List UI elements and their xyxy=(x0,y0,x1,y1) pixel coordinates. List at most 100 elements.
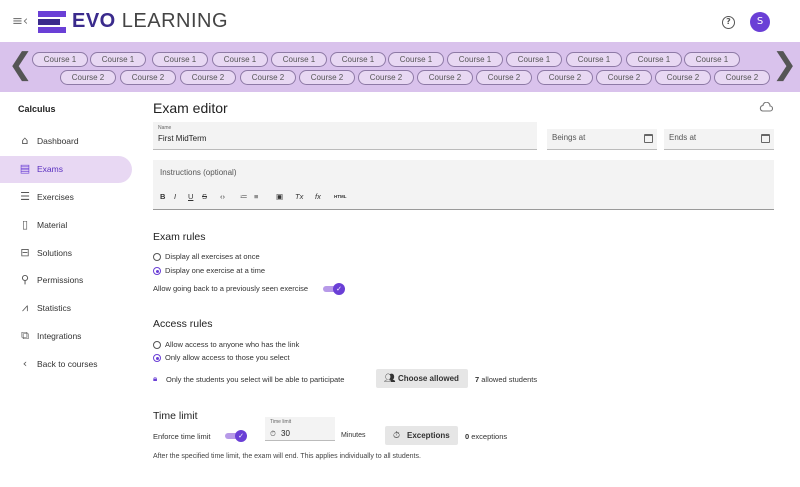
sidebar-item-back-to-courses[interactable]: ‹ Back to courses xyxy=(0,351,132,378)
allowed-suffix: allowed students xyxy=(479,375,538,384)
course-chip[interactable]: Course 2 xyxy=(655,70,711,85)
sidebar-item-material[interactable]: ▯ Material xyxy=(0,212,132,239)
sidebar-item-label: Statistics xyxy=(37,303,72,313)
calendar-icon[interactable] xyxy=(644,134,653,143)
help-icon[interactable]: ? xyxy=(722,16,735,29)
course-chip[interactable]: Course 2 xyxy=(240,70,296,85)
course-chip[interactable]: Course 1 xyxy=(271,52,327,67)
sidebar-item-solutions[interactable]: ⊟ Solutions xyxy=(0,240,132,267)
exam-name-value: First MidTerm xyxy=(158,134,207,143)
course-chip[interactable]: Course 1 xyxy=(330,52,386,67)
clear-format-icon[interactable]: Tx xyxy=(295,192,303,202)
cloud-save-icon[interactable] xyxy=(759,102,773,112)
time-limit-unit: Minutes xyxy=(341,432,366,439)
timer-icon: ⏱︎ xyxy=(270,429,276,438)
allow-back-label: Allow going back to a previously seen ex… xyxy=(153,284,309,293)
italic-icon[interactable]: I xyxy=(174,192,176,202)
sidebar-item-label: Exams xyxy=(37,164,63,174)
course-chip[interactable]: Course 2 xyxy=(180,70,236,85)
code-icon[interactable]: ‹› xyxy=(220,192,225,202)
check-icon: ✓ xyxy=(333,283,345,295)
brand-logo-text: EVO LEARNING xyxy=(72,10,228,33)
sidebar: Calculus ⌂ Dashboard ▤ Exams ☰ Exercises ▯ Mate… xyxy=(0,92,140,487)
bold-icon[interactable]: B xyxy=(160,192,165,202)
course-chip[interactable]: Course 2 xyxy=(358,70,414,85)
sidebar-item-label: Exercises xyxy=(37,192,74,202)
top-bar: ≡‹ EVO LEARNING ? S xyxy=(0,0,800,42)
course-chip[interactable]: Course 2 xyxy=(60,70,116,85)
course-chip[interactable]: Course 1 xyxy=(447,52,503,67)
course-chip[interactable]: Course 1 xyxy=(32,52,88,67)
course-chip[interactable]: Course 1 xyxy=(212,52,268,67)
sidebar-item-exercises[interactable]: ☰ Exercises xyxy=(0,184,132,211)
time-limit-value: 30 xyxy=(281,429,290,438)
brand-bold: EVO xyxy=(72,10,116,32)
timer-icon: ⏱︎ xyxy=(393,430,401,440)
material-icon: ▯ xyxy=(21,218,29,231)
access-note: Only the students you select will be abl… xyxy=(166,375,345,384)
course-chip[interactable]: Course 2 xyxy=(476,70,532,85)
radio-button[interactable] xyxy=(153,354,161,362)
sidebar-item-integrations[interactable]: ⧉ Integrations xyxy=(0,323,132,350)
radio-button[interactable] xyxy=(153,253,161,261)
display-one-label: Display one exercise at a time xyxy=(165,266,266,275)
image-icon[interactable]: ▣ xyxy=(276,192,283,202)
course-chip[interactable]: Course 2 xyxy=(537,70,593,85)
check-icon: ✓ xyxy=(235,430,247,442)
brand-rest: LEARNING xyxy=(115,10,229,32)
exceptions-button[interactable]: ⏱︎ Exceptions xyxy=(385,426,458,445)
avatar[interactable]: S xyxy=(750,12,770,32)
course-chip[interactable]: Course 1 xyxy=(626,52,682,67)
course-chip[interactable]: Course 2 xyxy=(714,70,770,85)
enforce-time-limit-toggle[interactable]: ✓ xyxy=(225,430,247,442)
exercises-icon: ☰ xyxy=(20,190,30,203)
calendar-icon[interactable] xyxy=(761,134,770,143)
sidebar-item-statistics[interactable]: ⩘ Statistics xyxy=(0,295,132,322)
begins-at-field[interactable]: Beings at xyxy=(547,129,657,150)
course-chip[interactable]: Course 2 xyxy=(417,70,473,85)
exam-name-label: Name xyxy=(158,125,172,131)
sidebar-item-label: Permissions xyxy=(37,275,84,285)
menu-collapse-icon[interactable]: ≡‹ xyxy=(12,15,28,28)
allowed-students-count: 7 allowed students xyxy=(475,375,537,384)
course-chip[interactable]: Course 1 xyxy=(684,52,740,67)
bullet-list-icon[interactable]: ≡ xyxy=(254,192,258,202)
access-rules-title: Access rules xyxy=(153,318,213,330)
course-chip[interactable]: Course 2 xyxy=(120,70,176,85)
home-icon: ⌂ xyxy=(21,134,29,147)
radio-button[interactable] xyxy=(153,341,161,349)
underline-icon[interactable]: U xyxy=(188,192,193,202)
statistics-icon: ⩘ xyxy=(21,301,29,314)
integrations-icon: ⧉ xyxy=(21,329,29,342)
sidebar-item-label: Solutions xyxy=(37,248,72,258)
allow-back-toggle[interactable]: ✓ xyxy=(323,283,345,295)
exam-rules-title: Exam rules xyxy=(153,231,206,243)
course-chip[interactable]: Course 2 xyxy=(299,70,355,85)
sidebar-item-dashboard[interactable]: ⌂ Dashboard xyxy=(0,128,132,155)
course-chip[interactable]: Course 1 xyxy=(388,52,444,67)
carousel-prev-icon[interactable]: ❮ xyxy=(8,50,33,80)
sidebar-item-exams[interactable]: ▤ Exams xyxy=(0,156,132,183)
course-chip[interactable]: Course 1 xyxy=(566,52,622,67)
formula-icon[interactable]: fx xyxy=(315,192,321,202)
ordered-list-icon[interactable]: ≔ xyxy=(240,192,248,202)
instructions-placeholder: Instructions (optional) xyxy=(160,168,237,177)
exam-editor: Exam editor Name First MidTerm Beings at… xyxy=(153,92,783,487)
radio-button[interactable] xyxy=(153,267,161,275)
course-chip[interactable]: Course 1 xyxy=(506,52,562,67)
strikethrough-icon[interactable]: S xyxy=(202,192,207,202)
course-carousel: ❮ ❯ Course 1 Course 1 Course 1 Course 1 Cour… xyxy=(0,42,800,92)
solutions-icon: ⊟ xyxy=(20,246,30,259)
course-chip[interactable]: Course 1 xyxy=(152,52,208,67)
instructions-editor[interactable]: Instructions (optional) B I U S ‹› ≔ ≡ ▣ Tx fx HTM… xyxy=(153,160,774,210)
course-chip[interactable]: Course 1 xyxy=(90,52,146,67)
html-icon[interactable]: HTML xyxy=(334,192,347,202)
ends-at-field[interactable]: Ends at xyxy=(664,129,774,150)
people-icon: 👥︎ xyxy=(384,373,396,383)
sidebar-item-permissions[interactable]: ⚲ Permissions xyxy=(0,267,132,294)
carousel-next-icon[interactable]: ❯ xyxy=(772,50,797,80)
time-limit-field[interactable]: Time limit ⏱︎ 30 xyxy=(265,417,335,441)
course-chip[interactable]: Course 2 xyxy=(596,70,652,85)
exam-name-field[interactable]: Name First MidTerm xyxy=(153,122,537,150)
choose-allowed-button[interactable]: 👥︎ Choose allowed xyxy=(376,369,468,388)
